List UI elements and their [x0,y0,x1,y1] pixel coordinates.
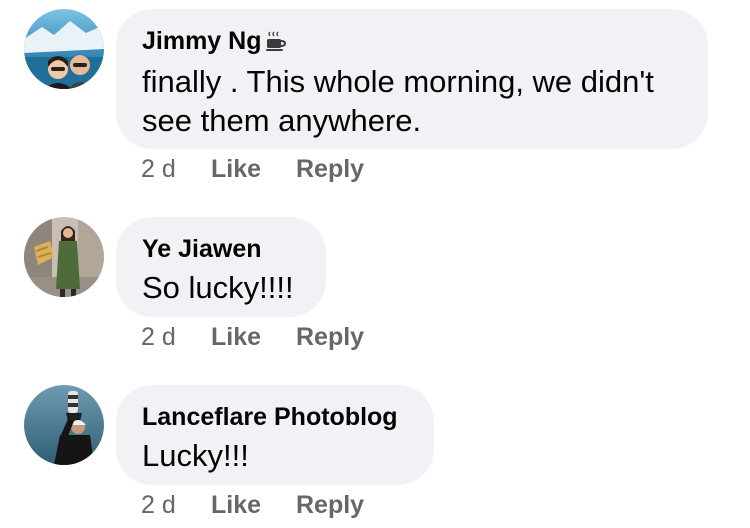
comment-author[interactable]: Jimmy Ng [142,26,682,58]
reply-button[interactable]: Reply [296,154,364,184]
reply-button[interactable]: Reply [296,490,364,520]
comment-timestamp[interactable]: 2 d [141,322,211,352]
comment-bubble: Ye Jiawen So lucky!!!! [116,217,326,317]
avatar-photo [24,385,104,465]
comment-author[interactable]: Lanceflare Photoblog [142,402,408,432]
coffee-cup-icon [265,28,287,58]
like-button[interactable]: Like [211,322,296,352]
avatar-photo [24,9,104,89]
avatar[interactable] [24,217,104,297]
reply-button[interactable]: Reply [296,322,364,352]
avatar-photo [24,217,104,297]
comment-timestamp[interactable]: 2 d [141,154,211,184]
comment-actions: 2 d Like Reply [141,490,364,520]
comment-text: So lucky!!!! [142,270,294,305]
comment-timestamp[interactable]: 2 d [141,490,211,520]
comment-actions: 2 d Like Reply [141,322,364,352]
comment-author[interactable]: Ye Jiawen [142,234,300,264]
like-button[interactable]: Like [211,490,296,520]
comment-bubble: Lanceflare Photoblog Lucky!!! [116,385,434,485]
comment-author-name[interactable]: Jimmy Ng [142,27,261,55]
comment-actions: 2 d Like Reply [141,154,364,184]
comment-text: Lucky!!! [142,438,249,473]
avatar[interactable] [24,385,104,465]
comment-bubble: Jimmy Ng finally . This whole morning, w… [116,9,708,149]
comment-text: finally . This whole morning, we didn't … [142,64,654,138]
like-button[interactable]: Like [211,154,296,184]
avatar[interactable] [24,9,104,89]
